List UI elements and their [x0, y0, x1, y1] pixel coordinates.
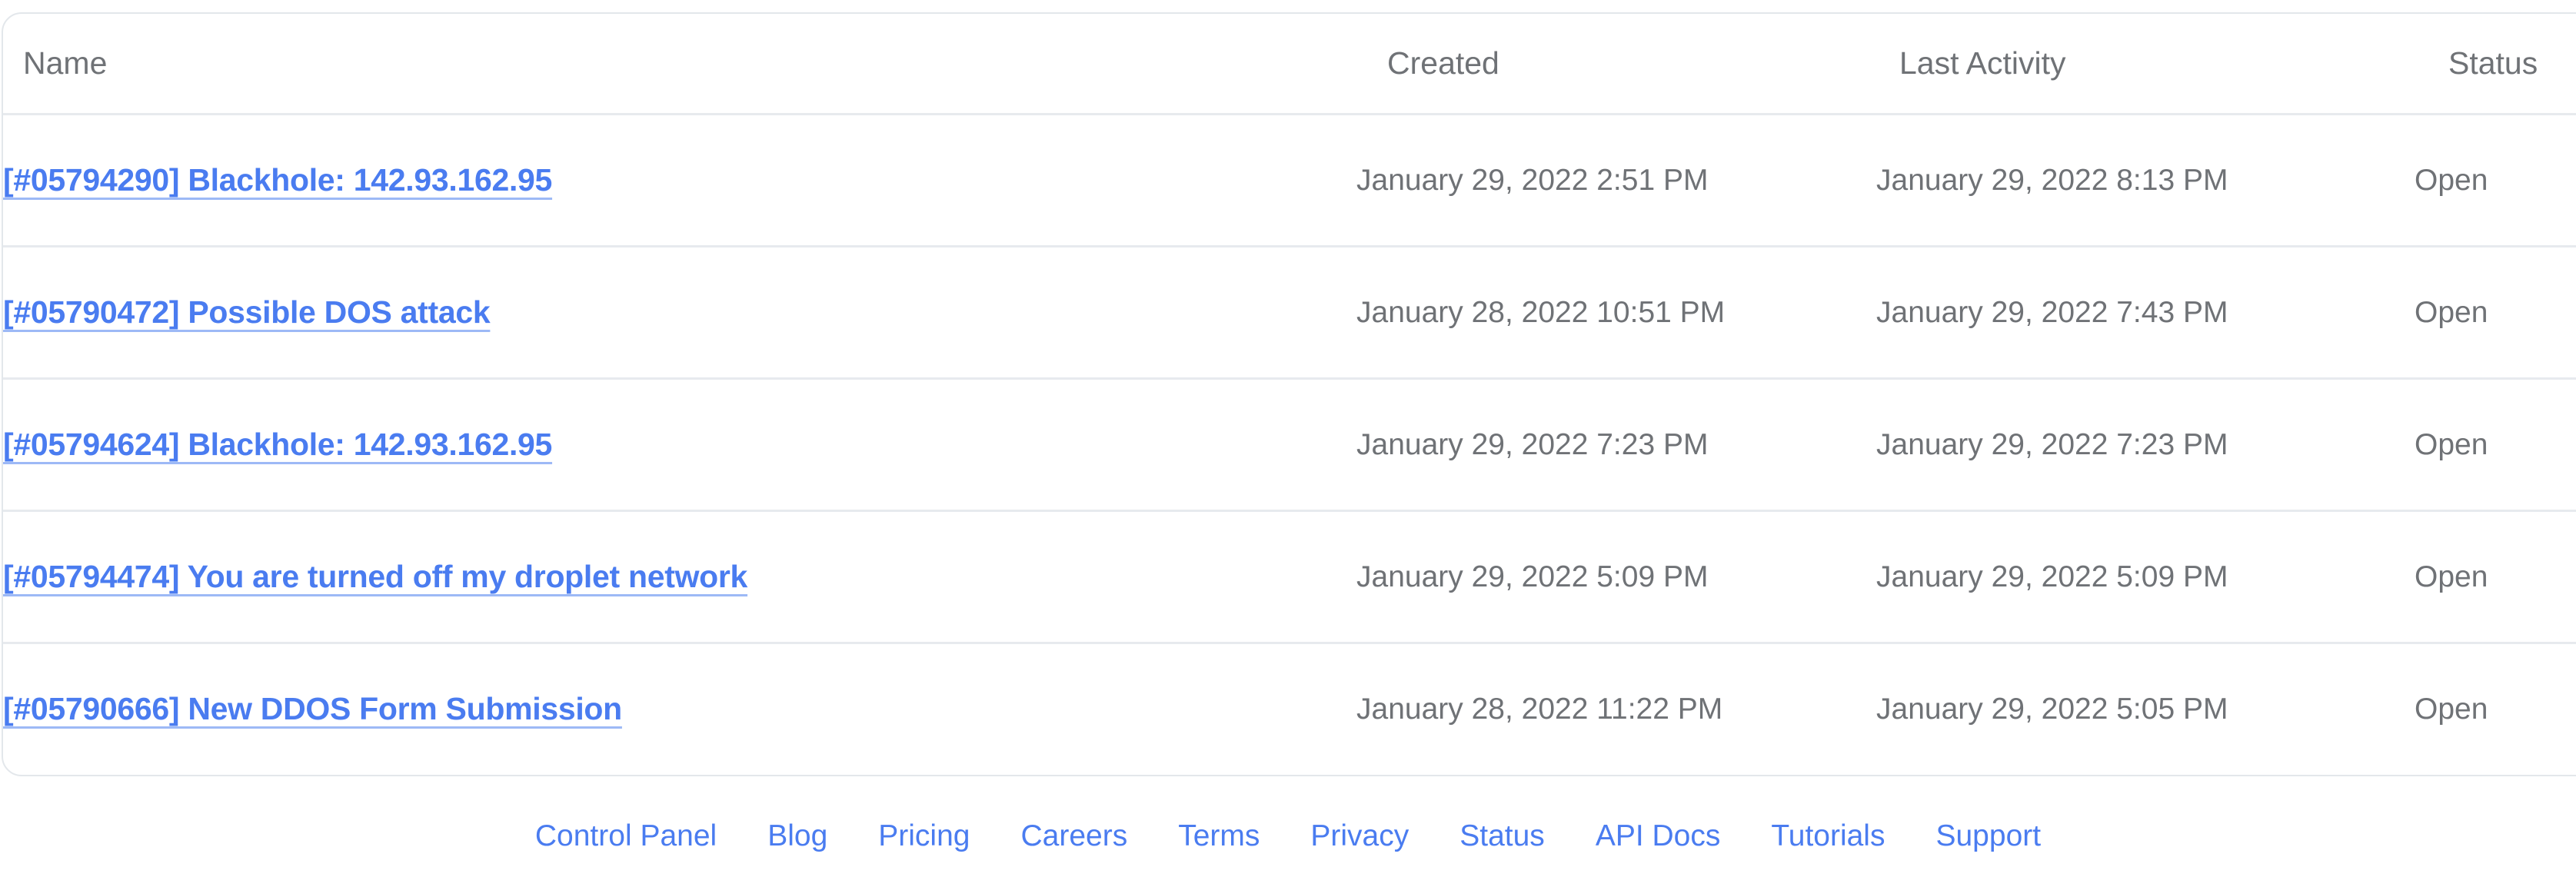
- footer-link-support[interactable]: Support: [1910, 821, 2066, 851]
- cell-last-activity: January 29, 2022 8:13 PM: [1876, 114, 2415, 246]
- cell-ticket-name: [#05794624] Blackhole: 142.93.162.95: [3, 378, 1356, 510]
- status-badge: Open: [2415, 378, 2576, 510]
- cell-created: January 29, 2022 7:23 PM: [1356, 378, 1876, 510]
- cell-created: January 29, 2022 5:09 PM: [1356, 510, 1876, 643]
- ticket-table: Name Created Last Activity Status [#0579…: [3, 14, 2576, 775]
- cell-ticket-name: [#05790472] Possible DOS attack: [3, 246, 1356, 378]
- table-row: [#05790666] New DDOS Form Submission Jan…: [3, 643, 2576, 775]
- table-row: [#05790472] Possible DOS attack January …: [3, 246, 2576, 378]
- footer-link-privacy[interactable]: Privacy: [1285, 821, 1434, 851]
- cell-created: January 29, 2022 2:51 PM: [1356, 114, 1876, 246]
- table-row: [#05794624] Blackhole: 142.93.162.95 Jan…: [3, 378, 2576, 510]
- footer-link-pricing[interactable]: Pricing: [853, 821, 995, 851]
- status-badge: Open: [2415, 246, 2576, 378]
- cell-last-activity: January 29, 2022 7:43 PM: [1876, 246, 2415, 378]
- column-header-name: Name: [3, 14, 1356, 114]
- cell-last-activity: January 29, 2022 7:23 PM: [1876, 378, 2415, 510]
- footer-link-tutorials[interactable]: Tutorials: [1746, 821, 1910, 851]
- ticket-list-page: Name Created Last Activity Status [#0579…: [0, 0, 2576, 887]
- footer-link-control-panel[interactable]: Control Panel: [510, 821, 742, 851]
- table-header: Name Created Last Activity Status: [3, 14, 2576, 114]
- status-badge: Open: [2415, 114, 2576, 246]
- footer-link-blog[interactable]: Blog: [742, 821, 853, 851]
- ticket-link[interactable]: [#05794290] Blackhole: 142.93.162.95: [3, 164, 552, 196]
- cell-created: January 28, 2022 10:51 PM: [1356, 246, 1876, 378]
- column-header-created: Created: [1356, 14, 1876, 114]
- ticket-link[interactable]: [#05794474] You are turned off my drople…: [3, 561, 747, 593]
- cell-last-activity: January 29, 2022 5:05 PM: [1876, 643, 2415, 775]
- footer-link-careers[interactable]: Careers: [995, 821, 1153, 851]
- status-badge: Open: [2415, 643, 2576, 775]
- table-row: [#05794474] You are turned off my drople…: [3, 510, 2576, 643]
- table-body: [#05794290] Blackhole: 142.93.162.95 Jan…: [3, 114, 2576, 775]
- footer-links: Control Panel Blog Pricing Careers Terms…: [0, 821, 2576, 851]
- column-header-status: Status: [2415, 14, 2576, 114]
- cell-ticket-name: [#05794290] Blackhole: 142.93.162.95: [3, 114, 1356, 246]
- table-header-row: Name Created Last Activity Status: [3, 14, 2576, 114]
- footer-link-api-docs[interactable]: API Docs: [1570, 821, 1746, 851]
- table-row: [#05794290] Blackhole: 142.93.162.95 Jan…: [3, 114, 2576, 246]
- cell-last-activity: January 29, 2022 5:09 PM: [1876, 510, 2415, 643]
- cell-ticket-name: [#05790666] New DDOS Form Submission: [3, 643, 1356, 775]
- footer-link-status[interactable]: Status: [1434, 821, 1570, 851]
- cell-ticket-name: [#05794474] You are turned off my drople…: [3, 510, 1356, 643]
- cell-created: January 28, 2022 11:22 PM: [1356, 643, 1876, 775]
- footer-link-terms[interactable]: Terms: [1153, 821, 1285, 851]
- status-badge: Open: [2415, 510, 2576, 643]
- ticket-link[interactable]: [#05790472] Possible DOS attack: [3, 297, 490, 328]
- ticket-link[interactable]: [#05794624] Blackhole: 142.93.162.95: [3, 429, 552, 460]
- ticket-table-card: Name Created Last Activity Status [#0579…: [2, 12, 2576, 776]
- ticket-link[interactable]: [#05790666] New DDOS Form Submission: [3, 693, 622, 725]
- column-header-last-activity: Last Activity: [1876, 14, 2415, 114]
